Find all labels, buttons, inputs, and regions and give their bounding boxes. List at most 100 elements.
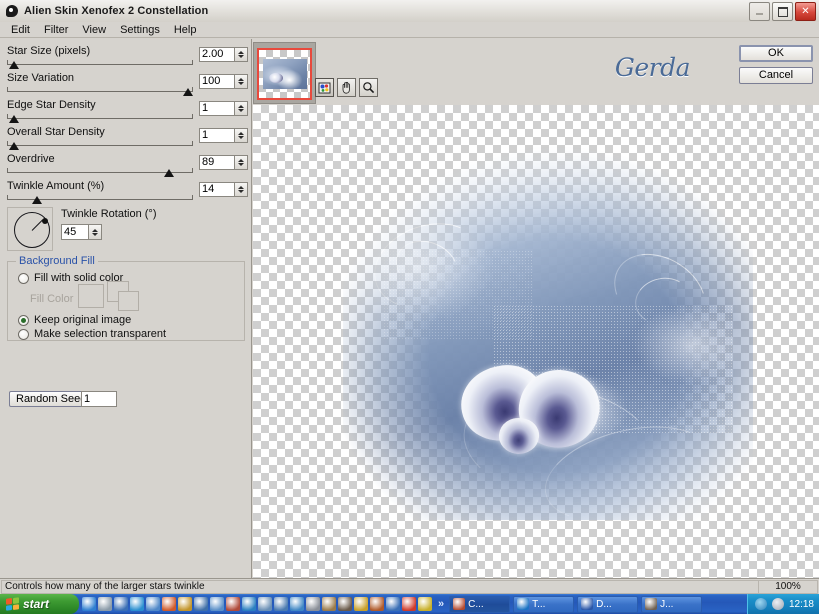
slider-stepper[interactable]: 100 bbox=[199, 74, 248, 89]
color-preview-tool[interactable] bbox=[315, 78, 334, 97]
chevron-up-icon[interactable] bbox=[238, 159, 244, 162]
taskbar-button[interactable]: C... bbox=[449, 595, 511, 613]
slider-thumb[interactable] bbox=[163, 169, 174, 177]
quick-launch-overflow-icon[interactable]: » bbox=[435, 598, 447, 610]
quick-launch-icon[interactable] bbox=[402, 597, 416, 611]
close-button[interactable]: ✕ bbox=[795, 2, 816, 21]
quick-launch-icon[interactable] bbox=[290, 597, 304, 611]
ok-button[interactable]: OK bbox=[739, 45, 813, 62]
slider-value-input[interactable]: 2.00 bbox=[199, 47, 235, 62]
slider-track[interactable] bbox=[7, 141, 193, 146]
slider-thumb[interactable] bbox=[8, 61, 19, 69]
rotation-dial-frame[interactable] bbox=[7, 207, 53, 251]
chevron-down-icon[interactable] bbox=[238, 109, 244, 112]
slider-value-input[interactable]: 1 bbox=[199, 101, 235, 116]
chevron-down-icon[interactable] bbox=[238, 55, 244, 58]
radio-keep-original-image[interactable]: Keep original image bbox=[18, 314, 131, 326]
slider-thumb[interactable] bbox=[8, 115, 19, 123]
zoom-magnifier-tool[interactable] bbox=[359, 78, 378, 97]
start-button[interactable]: start bbox=[0, 594, 79, 614]
quick-launch-icon[interactable] bbox=[306, 597, 320, 611]
chevron-down-icon[interactable] bbox=[238, 163, 244, 166]
slider-stepper[interactable]: 89 bbox=[199, 155, 248, 170]
image-preview-canvas[interactable] bbox=[253, 105, 819, 578]
cancel-button[interactable]: Cancel bbox=[739, 67, 813, 84]
quick-launch-icon[interactable] bbox=[114, 597, 128, 611]
quick-launch-icon[interactable] bbox=[242, 597, 256, 611]
pan-hand-tool[interactable] bbox=[337, 78, 356, 97]
quick-launch-icon[interactable] bbox=[258, 597, 272, 611]
back-arrow-icon[interactable] bbox=[754, 598, 767, 610]
chevron-up-icon[interactable] bbox=[238, 132, 244, 135]
slider-thumb[interactable] bbox=[183, 88, 193, 96]
taskbar-button[interactable]: T... bbox=[513, 595, 575, 613]
chevron-down-icon[interactable] bbox=[238, 82, 244, 85]
quick-launch-icon[interactable] bbox=[98, 597, 112, 611]
slider-stepper[interactable]: 1 bbox=[199, 101, 248, 116]
twinkle-rotation-stepper[interactable]: 45 bbox=[61, 224, 102, 240]
slider-spin-buttons[interactable] bbox=[235, 128, 248, 143]
slider-thumb[interactable] bbox=[31, 196, 42, 204]
fill-color-swatch-tertiary[interactable] bbox=[118, 291, 139, 311]
slider-thumb[interactable] bbox=[8, 142, 19, 150]
chevron-down-icon[interactable] bbox=[238, 190, 244, 193]
twinkle-rotation-spin-buttons[interactable] bbox=[89, 224, 102, 240]
slider-value-input[interactable]: 1 bbox=[199, 128, 235, 143]
fill-color-swatch-primary[interactable] bbox=[78, 284, 104, 308]
quick-launch-icon[interactable] bbox=[322, 597, 336, 611]
rotation-dial-icon[interactable] bbox=[14, 212, 50, 248]
quick-launch-icon[interactable] bbox=[82, 597, 96, 611]
menu-item-filter[interactable]: Filter bbox=[37, 23, 75, 37]
radio-icon-make-transparent[interactable] bbox=[18, 328, 29, 340]
user-account-icon[interactable] bbox=[771, 598, 784, 610]
random-seed-input[interactable]: 1 bbox=[81, 391, 117, 407]
chevron-up-icon[interactable] bbox=[92, 228, 98, 232]
slider-value-input[interactable]: 100 bbox=[199, 74, 235, 89]
quick-launch-icon[interactable] bbox=[130, 597, 144, 611]
chevron-up-icon[interactable] bbox=[238, 51, 244, 54]
quick-launch-icon[interactable] bbox=[210, 597, 224, 611]
slider-stepper[interactable]: 1 bbox=[199, 128, 248, 143]
slider-spin-buttons[interactable] bbox=[235, 182, 248, 197]
quick-launch-icon[interactable] bbox=[226, 597, 240, 611]
chevron-down-icon[interactable] bbox=[92, 232, 98, 236]
slider-stepper[interactable]: 2.00 bbox=[199, 47, 248, 62]
menu-item-settings[interactable]: Settings bbox=[113, 23, 167, 37]
taskbar-clock[interactable]: 12:18 bbox=[789, 599, 814, 610]
slider-track[interactable] bbox=[7, 87, 193, 92]
radio-icon-fill-solid[interactable] bbox=[18, 272, 29, 284]
menu-item-edit[interactable]: Edit bbox=[4, 23, 37, 37]
slider-track[interactable] bbox=[7, 60, 193, 65]
maximize-button[interactable] bbox=[772, 2, 793, 21]
quick-launch-icon[interactable] bbox=[370, 597, 384, 611]
slider-spin-buttons[interactable] bbox=[235, 101, 248, 116]
radio-icon-keep-original[interactable] bbox=[18, 314, 29, 326]
taskbar-button[interactable]: J... bbox=[641, 595, 703, 613]
slider-spin-buttons[interactable] bbox=[235, 155, 248, 170]
radio-make-selection-transparent[interactable]: Make selection transparent bbox=[18, 328, 166, 340]
slider-value-input[interactable]: 14 bbox=[199, 182, 235, 197]
chevron-up-icon[interactable] bbox=[238, 78, 244, 81]
quick-launch-icon[interactable] bbox=[178, 597, 192, 611]
quick-launch-icon[interactable] bbox=[274, 597, 288, 611]
quick-launch-icon[interactable] bbox=[386, 597, 400, 611]
quick-launch-icon[interactable] bbox=[338, 597, 352, 611]
taskbar-button[interactable]: D... bbox=[577, 595, 639, 613]
quick-launch-icon[interactable] bbox=[194, 597, 208, 611]
chevron-up-icon[interactable] bbox=[238, 105, 244, 108]
quick-launch-icon[interactable] bbox=[162, 597, 176, 611]
quick-launch-icon[interactable] bbox=[354, 597, 368, 611]
slider-spin-buttons[interactable] bbox=[235, 74, 248, 89]
slider-value-input[interactable]: 89 bbox=[199, 155, 235, 170]
twinkle-rotation-input[interactable]: 45 bbox=[61, 224, 89, 240]
chevron-up-icon[interactable] bbox=[238, 186, 244, 189]
menu-item-view[interactable]: View bbox=[75, 23, 113, 37]
chevron-down-icon[interactable] bbox=[238, 136, 244, 139]
menu-item-help[interactable]: Help bbox=[167, 23, 204, 37]
slider-spin-buttons[interactable] bbox=[235, 47, 248, 62]
preview-thumbnail[interactable] bbox=[257, 48, 312, 100]
minimize-button[interactable] bbox=[749, 2, 770, 21]
quick-launch-icon[interactable] bbox=[146, 597, 160, 611]
quick-launch-icon[interactable] bbox=[418, 597, 432, 611]
slider-stepper[interactable]: 14 bbox=[199, 182, 248, 197]
